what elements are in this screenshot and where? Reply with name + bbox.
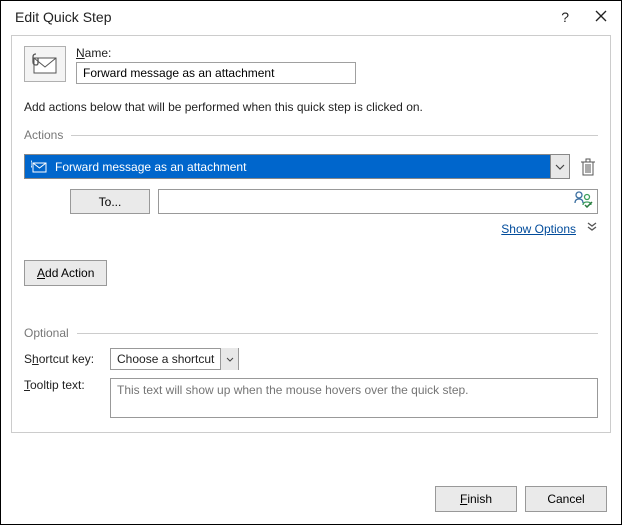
tooltip-text-input[interactable]: [110, 378, 598, 418]
shortcut-selected-text: Choose a shortcut: [111, 352, 220, 366]
quick-step-icon-box: [24, 46, 66, 82]
envelope-attachment-icon: [30, 52, 60, 76]
show-options-link[interactable]: Show Options: [501, 222, 576, 236]
action-type-select[interactable]: Forward message as an attachment: [24, 154, 570, 179]
cancel-button[interactable]: Cancel: [525, 486, 607, 512]
dialog-title: Edit Quick Step: [15, 9, 112, 25]
chevron-down-icon: [226, 357, 234, 362]
close-button[interactable]: [595, 9, 607, 25]
action-dropdown-button[interactable]: [550, 154, 570, 179]
instruction-text: Add actions below that will be performed…: [24, 100, 598, 114]
trash-icon: [581, 158, 595, 176]
to-button[interactable]: To...: [70, 189, 150, 214]
close-icon: [595, 10, 607, 22]
delete-action-button[interactable]: [578, 156, 598, 178]
title-bar: Edit Quick Step ?: [1, 1, 621, 31]
address-book-button[interactable]: [573, 190, 593, 213]
name-label: Name:: [76, 46, 356, 60]
forward-attachment-icon: [31, 160, 49, 174]
actions-section-label: Actions: [24, 128, 63, 142]
name-input[interactable]: [76, 62, 356, 84]
divider: [77, 333, 598, 334]
shortcut-key-label: Shortcut key:: [24, 352, 102, 366]
help-button[interactable]: ?: [561, 9, 569, 25]
shortcut-key-select[interactable]: Choose a shortcut: [110, 348, 239, 370]
address-book-icon: [573, 190, 593, 208]
expand-options-button[interactable]: [586, 220, 598, 238]
to-input[interactable]: [159, 191, 573, 213]
tooltip-text-label: Tooltip text:: [24, 378, 102, 418]
optional-section-label: Optional: [24, 326, 69, 340]
shortcut-dropdown-button[interactable]: [220, 348, 238, 370]
finish-button[interactable]: Finish: [435, 486, 517, 512]
content-panel: Name: Add actions below that will be per…: [11, 35, 611, 433]
double-chevron-down-icon: [586, 221, 598, 233]
divider: [71, 135, 598, 136]
action-selected-text: Forward message as an attachment: [55, 160, 246, 174]
add-action-button[interactable]: Add Action: [24, 260, 107, 286]
chevron-down-icon: [555, 164, 565, 170]
